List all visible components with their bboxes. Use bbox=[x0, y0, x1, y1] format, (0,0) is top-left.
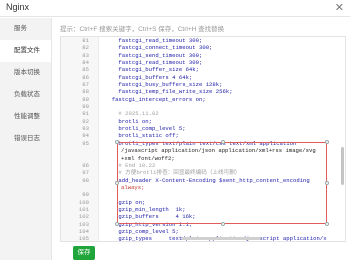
line-number: 104 bbox=[78, 227, 89, 235]
shortcut-hint: 提示：Ctrl+F 搜索关键字，Ctrl+S 保存，Ctrl+H 查找替换 bbox=[60, 26, 225, 33]
vertical-scrollbar[interactable] bbox=[341, 147, 344, 185]
code-line[interactable]: 87 fastcgi_busy_buffers_size 128k; bbox=[61, 81, 345, 88]
code-line[interactable]: 93 brotli_comp_level 5; bbox=[61, 125, 345, 132]
sidebar-item-version-switch[interactable]: 版本切换 bbox=[0, 62, 51, 84]
code-text: # 方便brotli排查：回显最终编码（上线可删） bbox=[105, 169, 241, 177]
code-line[interactable]: 88 fastcgi_temp_file_write_size 256k; bbox=[61, 88, 345, 95]
code-text: gzip on; bbox=[105, 198, 146, 206]
code-line[interactable]: 97 # 方便brotli排查：回显最终编码（上线可删） bbox=[61, 169, 345, 176]
line-number: 100 bbox=[78, 198, 89, 206]
line-number: 96 bbox=[82, 161, 89, 169]
code-line[interactable]: 104 gzip_comp_level 5; bbox=[61, 228, 345, 235]
line-number: 83 bbox=[82, 51, 89, 59]
code-text: brotli on; bbox=[105, 117, 152, 125]
code-line[interactable]: 86 fastcgi_buffers 4 64k; bbox=[61, 74, 345, 81]
code-line[interactable]: 94 brotli_static off; bbox=[61, 132, 345, 139]
line-number: 92 bbox=[82, 117, 89, 125]
code-line[interactable]: 92 brotli on; bbox=[61, 118, 345, 125]
sidebar-item-load-status[interactable]: 负载状态 bbox=[0, 84, 51, 106]
line-number: 95 bbox=[82, 139, 89, 147]
line-number: 103 bbox=[78, 220, 89, 228]
window-titlebar: Nginx ✕ bbox=[0, 0, 350, 17]
code-line[interactable]: 82 fastcgi_connect_timeout 300; bbox=[61, 44, 345, 51]
code-line[interactable]: 99 bbox=[61, 191, 345, 198]
code-line[interactable]: /javascript application/json application… bbox=[61, 147, 345, 154]
code-line[interactable]: 100 gzip on; bbox=[61, 199, 345, 206]
code-text: gzip_buffers 4 16k; bbox=[105, 213, 196, 221]
line-number: 87 bbox=[82, 81, 89, 89]
window-title: Nginx bbox=[6, 2, 30, 12]
code-line[interactable]: 89 fastcgi_intercept_errors on; bbox=[61, 96, 345, 103]
line-number: 93 bbox=[82, 125, 89, 133]
code-text: brotli_static off; bbox=[105, 132, 179, 140]
sidebar-item-error-log[interactable]: 错误日志 bbox=[0, 128, 51, 150]
code-line[interactable]: 85 fastcgi_buffer_size 64k; bbox=[61, 66, 345, 73]
line-number: 89 bbox=[82, 95, 89, 103]
code-editor[interactable]: 81 fastcgi_read_timeout 300; 82 fastcgi_c… bbox=[60, 36, 346, 242]
code-line[interactable]: 101 gzip_min_length 1k; bbox=[61, 206, 345, 213]
code-text: gzip_min_length 1k; bbox=[105, 205, 186, 213]
code-line[interactable]: always; bbox=[61, 184, 345, 191]
sidebar-item-service[interactable]: 服务 bbox=[0, 18, 51, 40]
line-number: 84 bbox=[82, 59, 89, 67]
horizontal-scrollbar[interactable] bbox=[181, 237, 261, 240]
line-number: 82 bbox=[82, 44, 89, 52]
code-text: brotli_comp_level 5; bbox=[105, 125, 186, 133]
code-line[interactable]: 84 fastcgi_read_timeout 300; bbox=[61, 59, 345, 66]
code-line[interactable]: 95 brotli_types text/plain text/css text… bbox=[61, 140, 345, 147]
line-number: 86 bbox=[82, 73, 89, 81]
code-line[interactable]: 90 bbox=[61, 103, 345, 110]
line-number: 105 bbox=[78, 235, 89, 242]
code-line[interactable]: 102 gzip_buffers 4 16k; bbox=[61, 213, 345, 220]
code-text: fastcgi_read_timeout 300; bbox=[105, 37, 203, 44]
line-number: 99 bbox=[82, 191, 89, 199]
code-text: gzip_comp_level 5; bbox=[105, 227, 179, 235]
line-number: 98 bbox=[82, 176, 89, 184]
save-button[interactable]: 保存 bbox=[73, 246, 95, 260]
code-line[interactable]: 81 fastcgi_read_timeout 300; bbox=[61, 37, 345, 44]
code-text: add_header X-Content-Encoding $sent_http… bbox=[105, 176, 310, 184]
line-number: 102 bbox=[78, 213, 89, 221]
code-text: fastcgi_connect_timeout 300; bbox=[105, 44, 213, 52]
line-number: 91 bbox=[82, 110, 89, 118]
code-text: brotli_types text/plain text/css text/xm… bbox=[105, 139, 297, 147]
code-text: fastcgi_intercept_errors on; bbox=[105, 95, 206, 103]
code-text: +xml font/woff2; bbox=[121, 154, 175, 162]
code-line[interactable]: 103 gzip_http_version 1.1; bbox=[61, 221, 345, 228]
sidebar-item-config-file[interactable]: 配置文件 bbox=[0, 40, 51, 62]
code-line[interactable]: 91 # 2025.11.02 bbox=[61, 110, 345, 117]
code-text: fastcgi_buffer_size 64k; bbox=[105, 66, 199, 74]
code-text: fastcgi_buffers 4 64k; bbox=[105, 73, 193, 81]
code-text: fastcgi_read_timeout 300; bbox=[105, 59, 203, 67]
line-number: 97 bbox=[82, 169, 89, 177]
line-number: 88 bbox=[82, 88, 89, 96]
line-number: 81 bbox=[82, 37, 89, 44]
code-text: gzip_http_version 1.1; bbox=[105, 220, 193, 228]
sidebar-item-performance[interactable]: 性能调整 bbox=[0, 106, 51, 128]
code-text: fastcgi_send_timeout 300; bbox=[105, 51, 203, 59]
code-text: fastcgi_temp_file_write_size 256k; bbox=[105, 88, 233, 96]
code-text: always; bbox=[121, 183, 145, 191]
code-text: fastcgi_busy_buffers_size 128k; bbox=[105, 81, 223, 89]
close-icon[interactable]: ✕ bbox=[335, 1, 344, 15]
code-lines[interactable]: 81 fastcgi_read_timeout 300; 82 fastcgi_c… bbox=[61, 37, 345, 242]
code-line[interactable]: 83 fastcgi_send_timeout 300; bbox=[61, 52, 345, 59]
sidebar: 服务 配置文件 版本切换 负载状态 性能调整 错误日志 bbox=[0, 18, 52, 260]
code-line[interactable]: +xml font/woff2; bbox=[61, 155, 345, 162]
code-text: /javascript application/json application… bbox=[121, 147, 316, 155]
line-number: 85 bbox=[82, 66, 89, 74]
line-number: 94 bbox=[82, 132, 89, 140]
line-number: 90 bbox=[82, 103, 89, 111]
code-text: # 2025.11.02 bbox=[105, 110, 159, 118]
code-line[interactable]: 98 add_header X-Content-Encoding $sent_h… bbox=[61, 177, 345, 184]
line-number: 101 bbox=[78, 205, 89, 213]
